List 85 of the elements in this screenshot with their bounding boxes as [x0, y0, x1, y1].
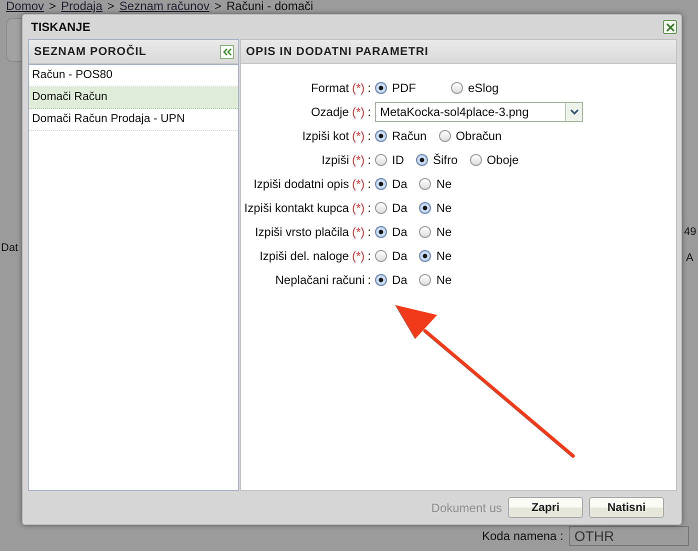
radio-button[interactable]	[416, 154, 428, 166]
label-colon: :	[368, 225, 371, 239]
field-label: Koda namena :	[482, 529, 564, 543]
radio-button[interactable]	[375, 178, 387, 190]
text-field[interactable]: OTHR	[569, 526, 690, 546]
radio-option[interactable]: Da	[375, 225, 408, 239]
report-list-item[interactable]: Domači Račun	[29, 87, 238, 109]
required-mark: (*)	[352, 177, 365, 191]
radio-button[interactable]	[375, 154, 387, 166]
radio-button[interactable]	[419, 178, 432, 190]
close-button[interactable]	[663, 20, 677, 34]
radio-button[interactable]	[375, 130, 387, 142]
radio-option[interactable]: Da	[375, 177, 408, 191]
label-colon: :	[368, 129, 371, 143]
radio-button[interactable]	[419, 274, 432, 286]
label-colon: :	[368, 273, 371, 287]
label-colon: :	[368, 105, 371, 119]
panel-title: SEZNAM POROČIL	[34, 46, 147, 58]
radio-button[interactable]	[419, 226, 432, 238]
radio-option[interactable]: Šifro	[416, 153, 458, 167]
required-mark: (*)	[352, 129, 365, 143]
radio-option[interactable]: Ne	[419, 177, 452, 191]
radio-button[interactable]	[375, 250, 387, 262]
radio-button[interactable]	[451, 82, 463, 94]
field-label: Izpiši kot	[302, 129, 349, 143]
breadcrumb-link[interactable]: Domov	[6, 0, 44, 13]
radio-option[interactable]: Da	[375, 249, 408, 263]
radio-option[interactable]: PDF	[375, 81, 416, 95]
label-colon: :	[368, 81, 371, 95]
collapse-button[interactable]	[220, 44, 234, 58]
required-mark: (*)	[352, 201, 365, 215]
radio-option[interactable]: Ne	[419, 249, 452, 263]
radio-button[interactable]	[419, 250, 432, 262]
panel-title: OPIS IN DODATNI PARAMETRI	[246, 46, 429, 58]
field-label: Izpiši	[322, 153, 349, 167]
dialog-button[interactable]: Zapri	[508, 497, 583, 518]
radio-button[interactable]	[375, 226, 387, 238]
radio-option[interactable]: Račun	[375, 129, 427, 143]
radio-option[interactable]: Da	[375, 201, 408, 215]
radio-button[interactable]	[438, 130, 451, 142]
breadcrumb-separator: >	[214, 0, 222, 13]
report-list-item[interactable]: Domači Račun Prodaja - UPN	[29, 109, 238, 131]
radio-button[interactable]	[419, 202, 432, 214]
required-mark: (*)	[352, 153, 365, 167]
field-label: Izpiši kontakt kupca	[244, 201, 349, 215]
dialog-button[interactable]: Natisni	[589, 497, 664, 518]
radio-option[interactable]: Ne	[419, 225, 452, 239]
radio-option[interactable]: ID	[375, 153, 404, 167]
radio-option[interactable]: Oboje	[470, 153, 519, 167]
field-label: Neplačani računi	[275, 273, 365, 287]
radio-option[interactable]: Da	[375, 273, 408, 287]
radio-button[interactable]	[375, 202, 387, 214]
radio-option[interactable]: Ne	[419, 273, 452, 287]
required-mark: (*)	[352, 225, 365, 239]
breadcrumb-link[interactable]: Prodaja	[61, 0, 102, 13]
breadcrumb-separator: >	[107, 0, 114, 13]
label-colon: :	[368, 249, 371, 263]
required-mark: (*)	[352, 105, 365, 119]
radio-option[interactable]: eSlog	[451, 81, 499, 95]
dropdown-field[interactable]: MetaKocka-sol4place-3.png	[375, 102, 583, 122]
field-label: Izpiši vrsto plačila	[254, 225, 349, 239]
dialog-title: TISKANJE	[31, 20, 90, 34]
breadcrumb-separator: >	[49, 0, 56, 13]
double-chevron-left-icon	[222, 48, 232, 56]
radio-option[interactable]: Obračun	[438, 129, 502, 143]
breadcrumb-link[interactable]: Seznam računov	[119, 0, 210, 13]
label-colon: :	[368, 201, 371, 215]
label-colon: :	[368, 153, 371, 167]
required-mark: (*)	[352, 81, 365, 95]
background-label: Dokument us	[431, 500, 502, 514]
field-label: Izpiši dodatni opis	[254, 177, 349, 191]
field-label: Format	[310, 81, 349, 95]
breadcrumb-current: Računi - domači	[226, 0, 314, 13]
radio-button[interactable]	[375, 274, 387, 286]
field-label: Ozadje	[310, 105, 349, 119]
radio-button[interactable]	[375, 82, 387, 94]
background-label: Dat	[1, 242, 18, 254]
background-label: A	[686, 252, 694, 264]
label-colon: :	[368, 177, 371, 191]
required-mark: (*)	[352, 249, 365, 263]
close-icon	[666, 22, 674, 32]
radio-option[interactable]: Ne	[419, 201, 452, 215]
background-label: 49	[684, 226, 696, 238]
radio-button[interactable]	[470, 154, 482, 166]
field-label: Izpiši del. naloge	[260, 249, 349, 263]
